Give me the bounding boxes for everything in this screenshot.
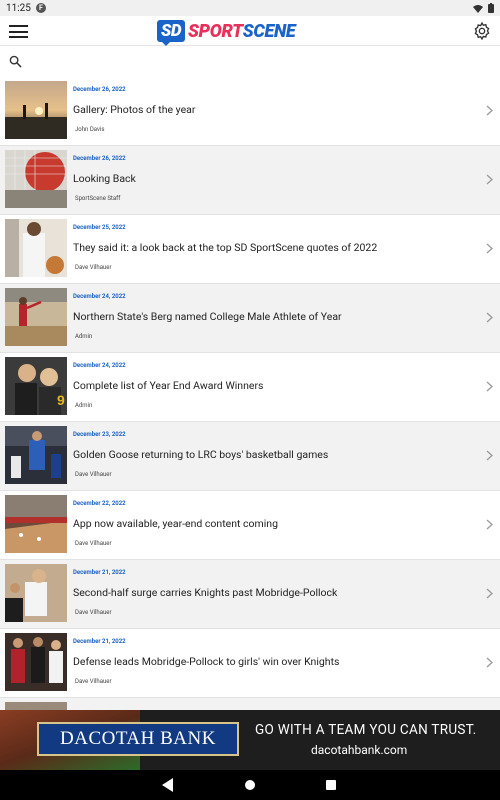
ad-tagline: GO WITH A TEAM YOU CAN TRUST.: [255, 722, 477, 738]
article-thumbnail: [5, 219, 67, 277]
system-nav-bar: [0, 770, 500, 800]
chevron-right-icon: [486, 312, 493, 323]
ad-bank-name: DACOTAH BANK: [60, 728, 216, 749]
notification-icon: F: [35, 3, 46, 13]
article-row[interactable]: December 24, 2022 Northern State's Berg …: [0, 284, 500, 353]
article-date: December 25, 2022: [73, 224, 126, 231]
article-thumbnail: [5, 702, 67, 710]
ad-banner[interactable]: DACOTAH BANK GO WITH A TEAM YOU CAN TRUS…: [0, 710, 500, 770]
chevron-right-icon: [486, 105, 493, 116]
app-bar: SD SPORTSCENE: [0, 16, 500, 46]
article-author: Admin: [75, 402, 93, 409]
article-title[interactable]: They said it: a look back at the top SD …: [73, 241, 377, 254]
chevron-right-icon: [486, 174, 493, 185]
logo-wordmark: SPORTSCENE: [188, 20, 296, 42]
article-title[interactable]: Defense leads Mobridge-Pollock to girls'…: [73, 655, 339, 668]
article-date: December 26, 2022: [73, 155, 126, 162]
article-date: December 21, 2022: [73, 569, 126, 576]
article-row[interactable]: December 26, 2022 Gallery: Photos of the…: [0, 77, 500, 146]
chevron-right-icon: [486, 588, 493, 599]
article-author: John Davis: [75, 126, 105, 133]
article-row[interactable]: 9 December 24, 2022 Complete list of Yea…: [0, 353, 500, 422]
chevron-right-icon: [486, 519, 493, 530]
article-date: December 26, 2022: [73, 86, 126, 93]
gear-icon[interactable]: [472, 21, 492, 41]
article-row[interactable]: December 22, 2022 App now available, yea…: [0, 491, 500, 560]
recent-apps-icon[interactable]: [326, 780, 336, 790]
article-row[interactable]: December 23, 2022 Golden Goose returning…: [0, 422, 500, 491]
menu-button[interactable]: [9, 25, 28, 38]
back-icon[interactable]: [162, 778, 174, 792]
article-thumbnail: [5, 81, 67, 139]
article-title[interactable]: Golden Goose returning to LRC boys' bask…: [73, 448, 328, 461]
article-title[interactable]: Northern State's Berg named College Male…: [73, 310, 342, 323]
article-title[interactable]: Complete list of Year End Award Winners: [73, 379, 263, 392]
battery-icon: [488, 3, 494, 13]
article-thumbnail: [5, 150, 67, 208]
article-thumbnail: [5, 426, 67, 484]
article-title[interactable]: Gallery: Photos of the year: [73, 103, 195, 116]
article-author: Dave Vilhauer: [75, 678, 112, 685]
article-author: Dave Vilhauer: [75, 609, 112, 616]
article-title[interactable]: Looking Back: [73, 172, 136, 185]
home-icon[interactable]: [245, 780, 255, 790]
logo-scene: SCENE: [242, 20, 296, 42]
sportscene-logo: SD SPORTSCENE: [157, 19, 296, 46]
chevron-right-icon: [486, 243, 493, 254]
article-row[interactable]: December 25, 2022 They said it: a look b…: [0, 215, 500, 284]
article-date: December 23, 2022: [73, 431, 126, 438]
ad-url: dacotahbank.com: [311, 743, 408, 757]
article-list: December 26, 2022 Gallery: Photos of the…: [0, 77, 500, 710]
ad-bank-logo: DACOTAH BANK: [37, 722, 239, 756]
article-thumbnail: [5, 564, 67, 622]
chevron-right-icon: [486, 381, 493, 392]
article-row[interactable]: December 21, 2022 Second-half surge carr…: [0, 560, 500, 629]
article-thumbnail: [5, 633, 67, 691]
chevron-right-icon: [486, 450, 493, 461]
svg-text:9: 9: [57, 392, 65, 408]
article-title[interactable]: Second-half surge carries Knights past M…: [73, 586, 337, 599]
article-thumbnail: 9: [5, 357, 67, 415]
article-thumbnail: [5, 288, 67, 346]
logo-sd-badge: SD: [157, 20, 185, 46]
article-date: December 22, 2022: [73, 500, 126, 507]
article-author: Dave Vilhauer: [75, 540, 112, 547]
logo-sports: SPORT: [188, 20, 243, 42]
wifi-icon: [473, 4, 483, 13]
status-bar: 11:25 F: [0, 0, 500, 16]
chevron-right-icon: [486, 657, 493, 668]
article-title[interactable]: App now available, year-end content comi…: [73, 517, 278, 530]
article-thumbnail: [5, 495, 67, 553]
search-icon[interactable]: [9, 55, 22, 68]
article-author: Admin: [75, 333, 93, 340]
article-author: Dave Vilhauer: [75, 471, 112, 478]
article-row[interactable]: December 21, 2022 Defense leads Mobridge…: [0, 629, 500, 698]
search-bar[interactable]: [0, 46, 500, 76]
article-date: December 24, 2022: [73, 293, 126, 300]
status-time: 11:25: [6, 2, 31, 14]
article-row[interactable]: December 26, 2022 Looking Back SportScen…: [0, 146, 500, 215]
article-row-partial[interactable]: [0, 698, 500, 710]
article-author: SportScene Staff: [75, 195, 121, 202]
article-date: December 24, 2022: [73, 362, 126, 369]
article-author: Dave Vilhauer: [75, 264, 112, 271]
article-date: December 21, 2022: [73, 638, 126, 645]
